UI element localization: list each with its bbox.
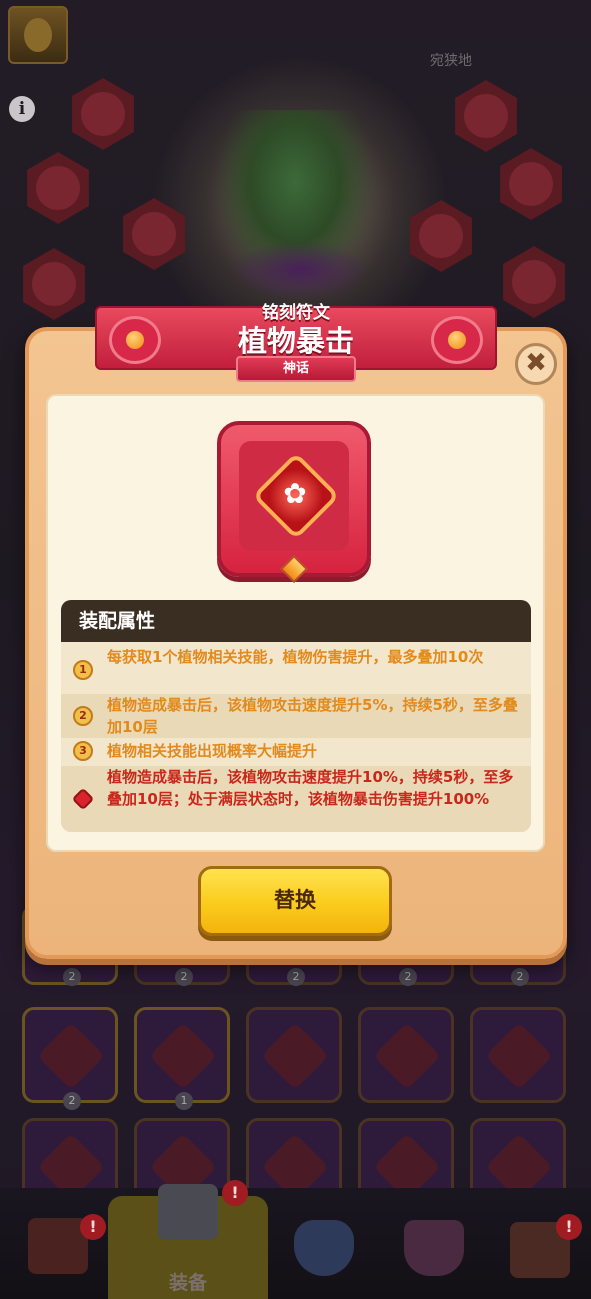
attribute-row: 3 植物相关技能出现概率大幅提升: [61, 740, 531, 764]
rune-slot-hex[interactable]: [500, 148, 562, 220]
rune-icon-frame: ✿: [239, 441, 349, 551]
alert-badge: !: [80, 1214, 106, 1240]
rune-icon: [37, 1022, 105, 1090]
rune-icon: [149, 1022, 217, 1090]
trophy-icon: [404, 1220, 464, 1276]
player-avatar[interactable]: [8, 6, 68, 64]
level-1-icon: 1: [73, 660, 93, 680]
nav-tab-trophy[interactable]: [390, 1200, 490, 1290]
attribute-text: 植物造成暴击后，该植物攻击速度提升5%，持续5秒，至多叠加10层: [107, 696, 518, 736]
flower-icon: ✿: [283, 477, 307, 510]
attributes-header: 装配属性: [61, 600, 531, 642]
nav-tab-chest[interactable]: !: [496, 1200, 591, 1290]
rarity-tag: 神话: [236, 356, 356, 382]
flower-rune-icon: ✿: [217, 421, 371, 584]
attribute-row: 2 植物造成暴击后，该植物攻击速度提升5%，持续5秒，至多叠加10层: [61, 694, 531, 738]
slot-level-badge: 2: [399, 968, 417, 986]
inventory-slot[interactable]: 2: [22, 1007, 118, 1110]
hero-pedestal: [230, 240, 370, 300]
attributes-panel: 装配属性 1 每获取1个植物相关技能，植物伤害提升，最多叠加10次 2 植物造成…: [61, 600, 531, 832]
rune-title: 植物暴击: [237, 324, 354, 358]
nav-tab-equipment[interactable]: ! 装备: [108, 1180, 268, 1299]
nav-tab-label: 装备: [168, 1272, 207, 1294]
slot-level-badge: 2: [63, 968, 81, 986]
equipment-icon: [158, 1184, 218, 1240]
attribute-text: 植物相关技能出现概率大幅提升: [107, 742, 318, 760]
rune-slot-hex[interactable]: [72, 78, 134, 150]
attribute-row: 1 每获取1个植物相关技能，植物伤害提升，最多叠加10次: [61, 646, 531, 692]
rune-icon: [261, 1022, 329, 1090]
inventory-slot[interactable]: [246, 1007, 342, 1103]
slot-level-badge: 2: [287, 968, 305, 986]
info-icon[interactable]: i: [9, 96, 35, 122]
slot-level-badge: 2: [63, 1092, 81, 1110]
rune-slot-hex[interactable]: [503, 246, 565, 318]
top-right-label: 宛狭地: [430, 53, 472, 69]
replace-button[interactable]: 替换: [198, 866, 392, 936]
rune-slot-hex[interactable]: [23, 248, 85, 320]
close-button[interactable]: ✖: [515, 343, 557, 385]
attribute-text: 每获取1个植物相关技能，植物伤害提升，最多叠加10次: [107, 648, 484, 666]
mythic-diamond-icon: [71, 787, 95, 811]
rune-slot-hex[interactable]: [27, 152, 89, 224]
attribute-text: 植物造成暴击后，该植物攻击速度提升10%，持续5秒，至多叠加10层；处于满层状态…: [107, 768, 514, 808]
alert-badge: !: [556, 1214, 582, 1240]
alert-badge: !: [222, 1180, 248, 1206]
level-3-icon: 3: [73, 741, 93, 761]
rune-icon: [485, 1022, 553, 1090]
inventory-slot[interactable]: [358, 1007, 454, 1103]
nav-tab-shield[interactable]: [282, 1200, 382, 1290]
inventory-slot[interactable]: 1: [134, 1007, 230, 1110]
level-2-icon: 2: [73, 706, 93, 726]
slot-level-badge: 1: [175, 1092, 193, 1110]
shop-icon: [28, 1218, 88, 1274]
rune-icon: [373, 1022, 441, 1090]
shield-icon: [294, 1220, 354, 1276]
rune-slot-hex[interactable]: [455, 80, 517, 152]
attribute-row-mythic: 植物造成暴击后，该植物攻击速度提升10%，持续5秒，至多叠加10层；处于满层状态…: [61, 766, 531, 832]
nav-tab-shop[interactable]: !: [18, 1200, 118, 1290]
slot-level-badge: 2: [175, 968, 193, 986]
inventory-slot[interactable]: [470, 1007, 566, 1103]
slot-level-badge: 2: [511, 968, 529, 986]
